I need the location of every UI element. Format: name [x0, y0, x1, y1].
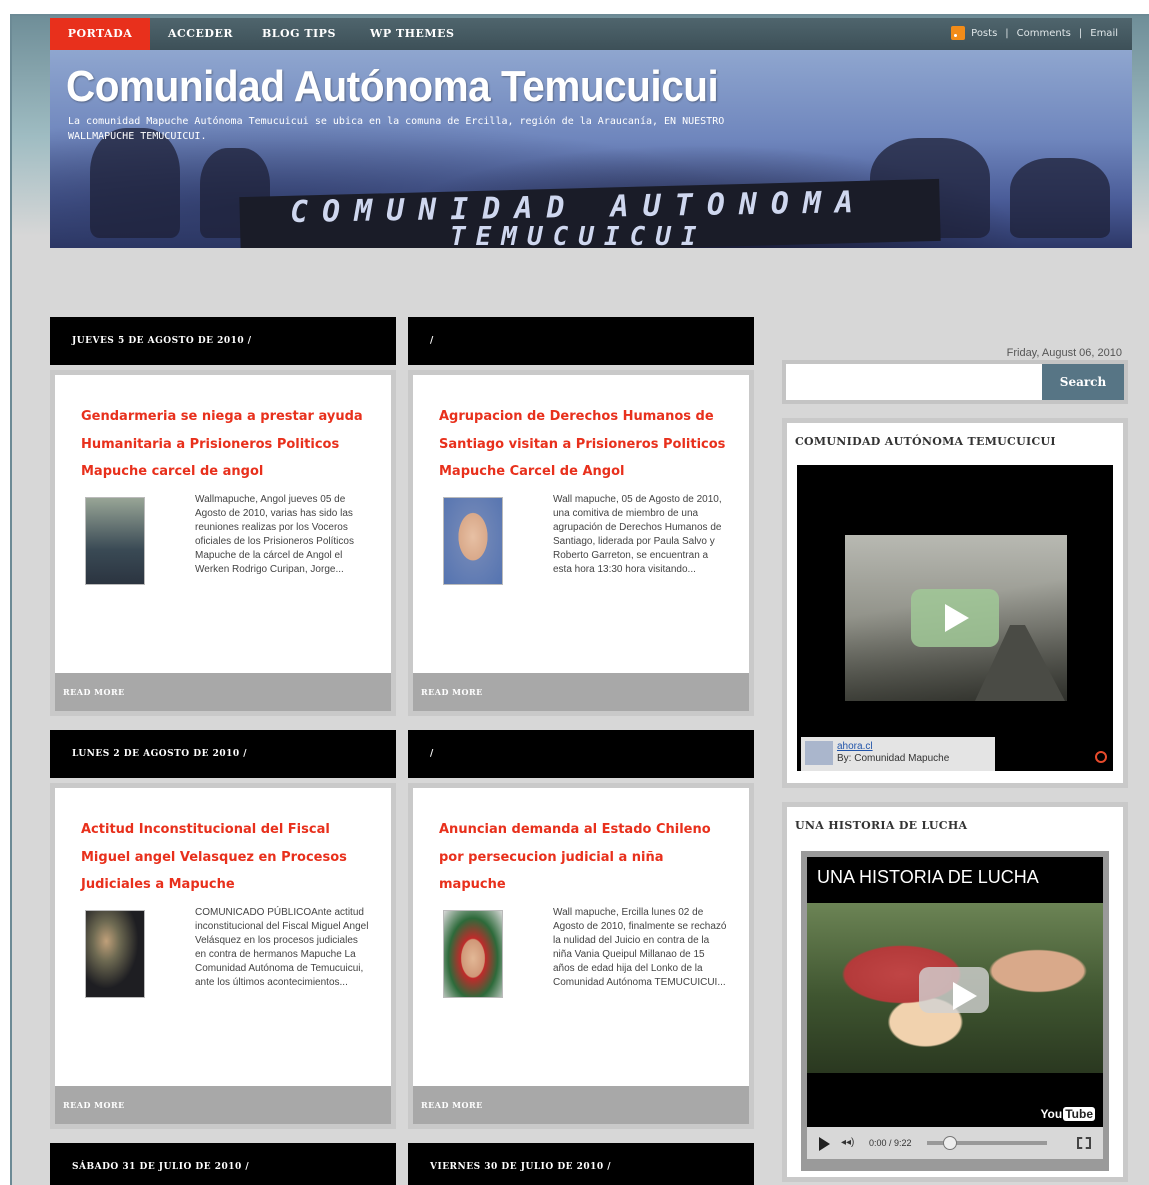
feed-comments-link[interactable]: Comments [1017, 28, 1071, 39]
video-source-link[interactable]: ahora.cl [837, 741, 995, 753]
search-input[interactable] [786, 364, 1048, 400]
widget-video-comunidad: COMUNIDAD AUTÓNOMA TEMUCUICUI ahora.cl B… [782, 418, 1128, 788]
post-excerpt-text: Wallmapuche, Angol jueves 05 de Agosto d… [195, 494, 354, 575]
site-description: La comunidad Mapuche Autónoma Temucuicui… [68, 116, 725, 142]
post-date: VIERNES 30 DE JULIO DE 2010 / [408, 1143, 754, 1185]
crowd-silhouette [90, 128, 180, 238]
nav-item-portada[interactable]: PORTADA [50, 18, 150, 50]
feed-separator: | [1078, 28, 1083, 39]
nav-item-acceder[interactable]: ACCEDER [168, 18, 233, 50]
feed-posts-link[interactable]: Posts [971, 28, 997, 39]
search-box: Search [782, 360, 1128, 404]
post-date: / [408, 317, 754, 365]
nav-item-wp-themes[interactable]: WP THEMES [370, 18, 454, 50]
widget-title: COMUNIDAD AUTÓNOMA TEMUCUICUI [795, 435, 1056, 448]
video-controls: ◂◂) 0:00 / 9:22 [807, 1127, 1103, 1159]
volume-icon[interactable]: ◂◂) [841, 1137, 854, 1148]
youtube-logo-text: You [1040, 1107, 1063, 1121]
feed-email-link[interactable]: Email [1090, 28, 1118, 39]
post-body: Actitud Inconstitucional del Fiscal Migu… [55, 788, 391, 1124]
play-icon[interactable] [919, 967, 989, 1013]
banner-text-line2: TEMUCUICUI [450, 222, 707, 248]
video-attribution: ahora.cl By: Comunidad Mapuche [801, 737, 995, 771]
crowd-silhouette [1010, 158, 1110, 238]
page-frame: PORTADA ACCEDER BLOG TIPS WP THEMES Post… [10, 14, 1149, 1185]
video-time: 0:00 / 9:22 [869, 1138, 912, 1148]
read-more-link[interactable]: READ MORE [413, 673, 749, 711]
post-card: Gendarmeria se niega a prestar ayuda Hum… [50, 370, 396, 716]
progress-knob[interactable] [943, 1136, 957, 1150]
post-excerpt: COMUNICADO PÚBLICOAnte actitud inconstit… [81, 906, 371, 1016]
video-title: UNA HISTORIA DE LUCHA [817, 867, 1039, 887]
nav-item-blog-tips[interactable]: BLOG TIPS [262, 18, 336, 50]
youtube-player[interactable]: UNA HISTORIA DE LUCHA You Tube ◂◂) 0:00 /… [801, 851, 1109, 1171]
post-title[interactable]: Agrupacion de Derechos Humanos de Santia… [439, 403, 729, 486]
header-banner: COMUNIDAD AUTONOMA TEMUCUICUI Comunidad … [50, 50, 1132, 248]
post-body: Agrupacion de Derechos Humanos de Santia… [413, 375, 749, 711]
read-more-link[interactable]: READ MORE [55, 1086, 391, 1124]
post-excerpt: Wall mapuche, Ercilla lunes 02 de Agosto… [439, 906, 729, 1016]
read-more-link[interactable]: READ MORE [55, 673, 391, 711]
top-nav: PORTADA ACCEDER BLOG TIPS WP THEMES Post… [50, 18, 1132, 50]
feed-links: Posts | Comments | Email [951, 18, 1118, 50]
post-card: Actitud Inconstitucional del Fiscal Migu… [50, 783, 396, 1129]
avatar-icon [805, 741, 833, 765]
post-title[interactable]: Anuncian demanda al Estado Chileno por p… [439, 816, 729, 899]
post-date: LUNES 2 DE AGOSTO DE 2010 / [50, 730, 396, 778]
post-date: / [408, 730, 754, 778]
post-body: Anuncian demanda al Estado Chileno por p… [413, 788, 749, 1124]
post-excerpt: Wallmapuche, Angol jueves 05 de Agosto d… [81, 493, 371, 603]
post-title[interactable]: Actitud Inconstitucional del Fiscal Migu… [81, 816, 371, 899]
feed-separator: | [1005, 28, 1009, 39]
video-screen[interactable]: UNA HISTORIA DE LUCHA You Tube [807, 857, 1103, 1127]
post-title[interactable]: Gendarmeria se niega a prestar ayuda Hum… [81, 403, 371, 486]
post-excerpt: Wall mapuche, 05 de Agosto de 2010, una … [439, 493, 729, 603]
video-author: By: Comunidad Mapuche [837, 753, 950, 764]
youtube-logo-badge: Tube [1063, 1107, 1095, 1121]
widget-body: COMUNIDAD AUTÓNOMA TEMUCUICUI ahora.cl B… [787, 423, 1123, 783]
widget-historia-de-lucha: UNA HISTORIA DE LUCHA UNA HISTORIA DE LU… [782, 802, 1128, 1182]
post-excerpt-text: Wall mapuche, 05 de Agosto de 2010, una … [553, 494, 722, 575]
post-excerpt-text: COMUNICADO PÚBLICOAnte actitud inconstit… [195, 907, 369, 988]
widget-body: UNA HISTORIA DE LUCHA UNA HISTORIA DE LU… [787, 807, 1123, 1177]
video-player[interactable]: ahora.cl By: Comunidad Mapuche [797, 465, 1113, 771]
youtube-logo-icon[interactable]: You Tube [1040, 1107, 1095, 1121]
post-excerpt-text: Wall mapuche, Ercilla lunes 02 de Agosto… [553, 907, 727, 988]
sidebar-date: Friday, August 06, 2010 [1006, 347, 1122, 359]
post-date: SÁBADO 31 DE JULIO DE 2010 / [50, 1143, 396, 1185]
read-more-link[interactable]: READ MORE [413, 1086, 749, 1124]
rss-icon [951, 26, 966, 40]
site-title[interactable]: Comunidad Autónoma Temucuicui [66, 62, 719, 112]
post-card: Agrupacion de Derechos Humanos de Santia… [408, 370, 754, 716]
provider-logo-icon [1095, 751, 1107, 763]
search-button[interactable]: Search [1042, 364, 1124, 400]
post-date: JUEVES 5 DE AGOSTO DE 2010 / [50, 317, 396, 365]
post-card: Anuncian demanda al Estado Chileno por p… [408, 783, 754, 1129]
play-control-icon[interactable] [819, 1137, 830, 1151]
widget-title: UNA HISTORIA DE LUCHA [795, 819, 968, 832]
play-icon[interactable] [911, 589, 999, 647]
fullscreen-icon[interactable] [1077, 1137, 1091, 1149]
post-body: Gendarmeria se niega a prestar ayuda Hum… [55, 375, 391, 711]
